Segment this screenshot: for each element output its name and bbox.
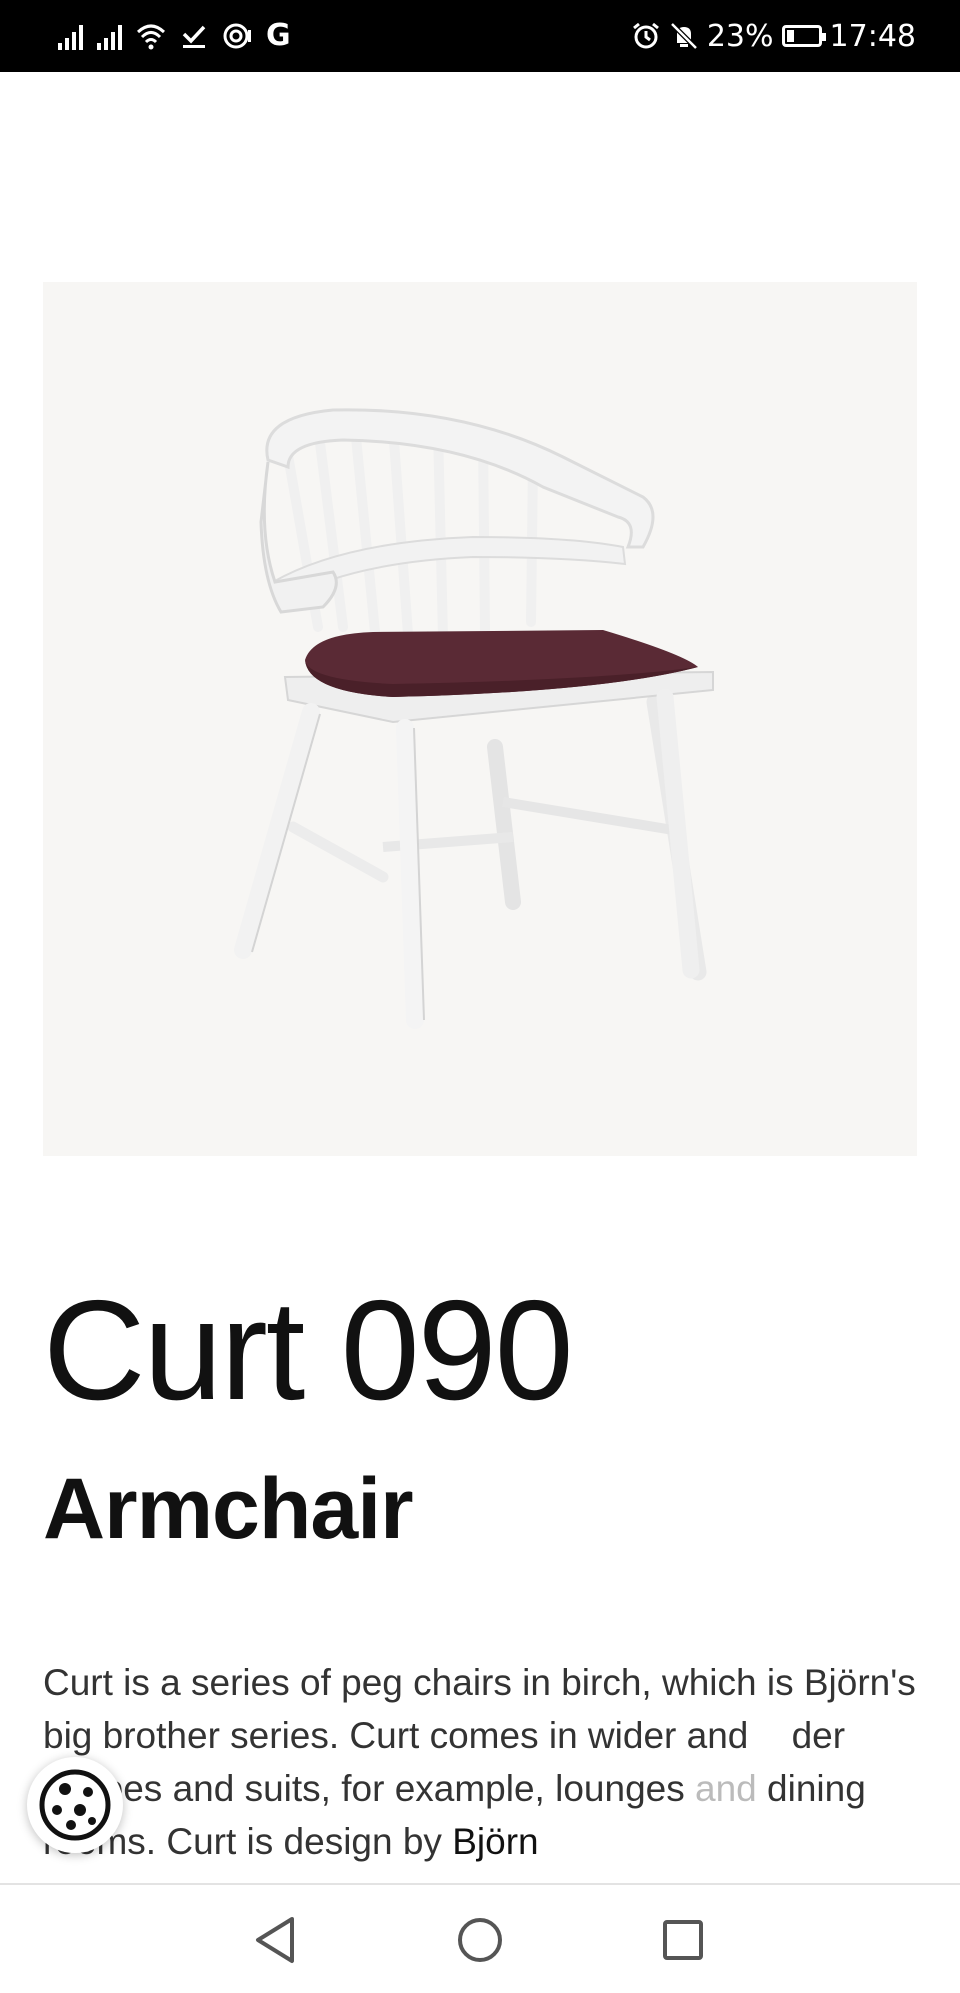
back-button[interactable] xyxy=(240,1907,310,1973)
description-hidden2: and xyxy=(695,1768,757,1809)
cookie-icon xyxy=(39,1769,111,1841)
battery-percent: 23% xyxy=(706,18,774,54)
battery-icon xyxy=(781,25,826,47)
home-icon xyxy=(458,1918,502,1962)
product-name: Curt 090 xyxy=(43,1271,574,1430)
clock: 17:48 xyxy=(829,18,916,54)
designer-link[interactable]: Björn xyxy=(452,1821,538,1862)
wifi-icon xyxy=(136,24,166,50)
home-button[interactable] xyxy=(445,1907,515,1973)
product-description: Curt is a series of peg chairs in birch,… xyxy=(43,1656,923,1868)
google-icon: G xyxy=(266,18,291,53)
product-type: Armchair xyxy=(43,1461,414,1557)
product-image-gallery[interactable] xyxy=(43,282,917,1156)
recents-icon xyxy=(663,1920,703,1960)
hotspot-icon xyxy=(223,23,251,49)
cookie-settings-button[interactable] xyxy=(27,1757,123,1853)
check-icon xyxy=(182,25,206,48)
description-hidden: ro xyxy=(759,1715,792,1756)
status-right-icons: 23% 17:48 xyxy=(631,18,916,54)
status-left-icons: G xyxy=(58,18,291,54)
signal-icon xyxy=(97,22,122,50)
mute-icon xyxy=(670,22,698,50)
back-icon xyxy=(256,1917,294,1963)
armchair-image xyxy=(234,408,714,1029)
alarm-icon xyxy=(632,22,659,49)
status-bar: G 23% 17:48 xyxy=(0,0,960,72)
recents-button[interactable] xyxy=(648,1907,718,1973)
system-navigation-bar xyxy=(0,1883,960,1993)
signal-icon xyxy=(58,22,83,50)
